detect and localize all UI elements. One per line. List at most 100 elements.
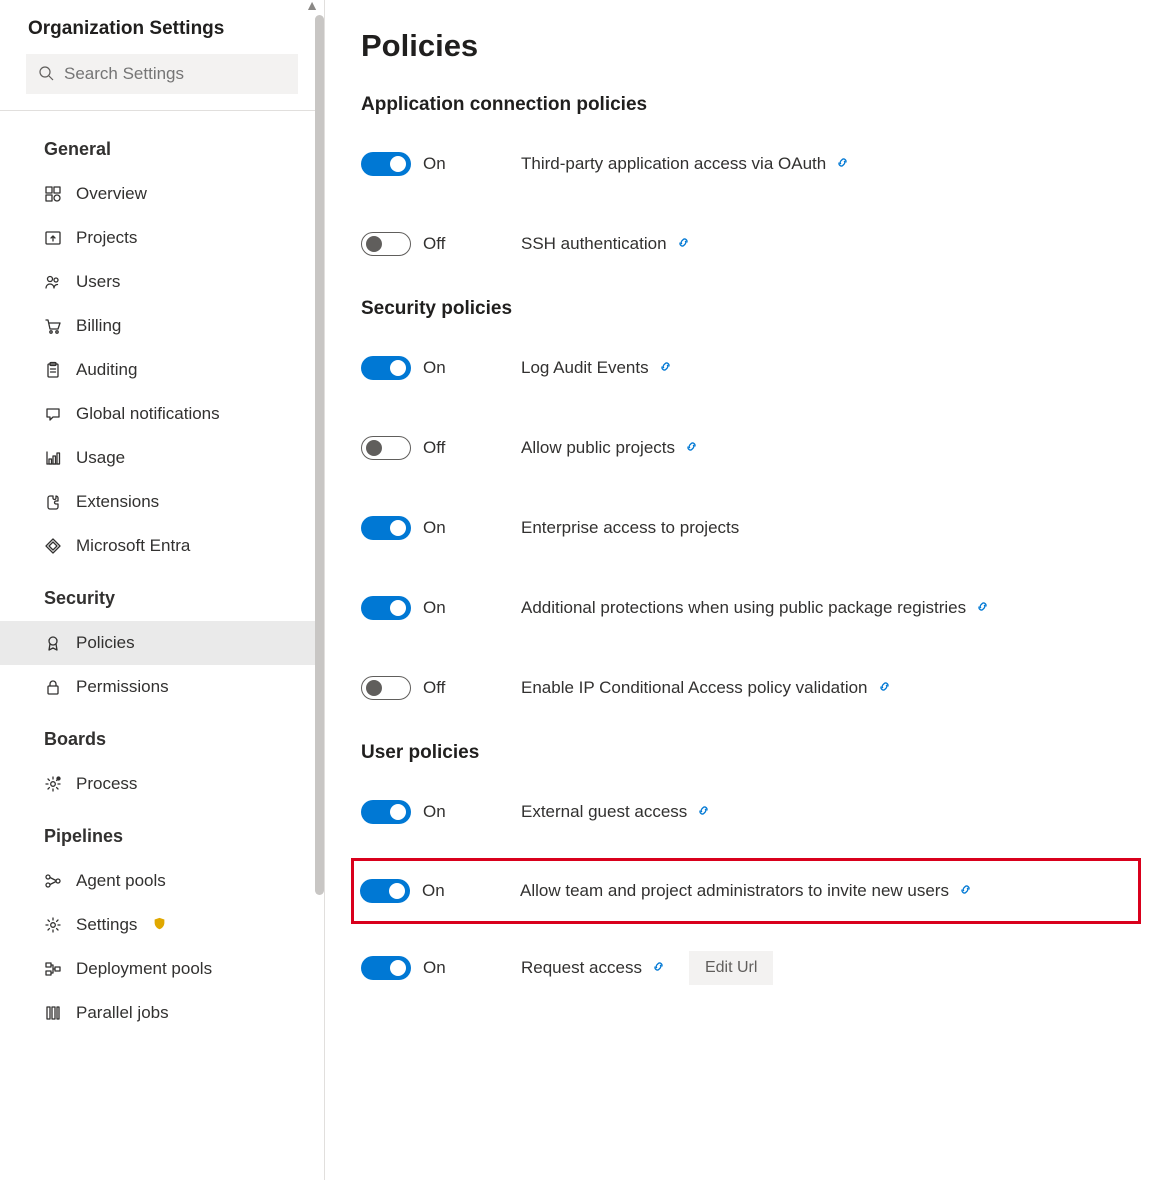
sidebar-item-label: Deployment pools [76, 959, 212, 979]
sidebar-item-label: Parallel jobs [76, 1003, 169, 1023]
toggle-audit[interactable] [361, 356, 411, 380]
policy-row-oauth: OnThird-party application access via OAu… [361, 138, 1135, 190]
toggle-enterprise[interactable] [361, 516, 411, 540]
sidebar-item-projects[interactable]: Projects [0, 216, 324, 260]
divider [0, 110, 324, 111]
sidebar-item-label: Auditing [76, 360, 137, 380]
sidebar-item-label: Global notifications [76, 404, 220, 424]
search-settings-box[interactable] [26, 54, 298, 94]
deploy-icon [44, 960, 62, 978]
toggle-guest[interactable] [361, 800, 411, 824]
bubble-icon [44, 405, 62, 423]
policy-label: SSH authentication [521, 234, 667, 254]
sidebar-item-pipe-settings[interactable]: Settings [0, 903, 324, 947]
sidebar-item-agent-pools[interactable]: Agent pools [0, 859, 324, 903]
cart-icon [44, 317, 62, 335]
sidebar-item-usage[interactable]: Usage [0, 436, 324, 480]
toggle-state-label: On [423, 518, 446, 538]
toggle-state-label: On [423, 358, 446, 378]
policy-label: External guest access [521, 802, 687, 822]
sidebar-item-auditing[interactable]: Auditing [0, 348, 324, 392]
sidebar-item-label: Policies [76, 633, 135, 653]
policy-row-guest: On External guest access [361, 786, 1135, 838]
sidebar-item-label: Process [76, 774, 137, 794]
sidebar-item-global-notifications[interactable]: Global notifications [0, 392, 324, 436]
policy-label: Enable IP Conditional Access policy vali… [521, 678, 868, 698]
toggle-ssh[interactable] [361, 232, 411, 256]
sidebar-group-title: Boards [0, 709, 324, 762]
sidebar-item-process[interactable]: Process [0, 762, 324, 806]
policy-label: Allow team and project administrators to… [520, 881, 949, 901]
toggle-oauth[interactable] [361, 152, 411, 176]
medal-icon [44, 634, 62, 652]
sidebar-item-policies[interactable]: Policies [0, 621, 324, 665]
policy-label: Allow public projects [521, 438, 675, 458]
toggle-state-label: On [423, 958, 446, 978]
section-title: User policies [361, 742, 1135, 764]
policy-label: Enterprise access to projects [521, 518, 739, 538]
sidebar-item-label: Microsoft Entra [76, 536, 190, 556]
section-title: Security policies [361, 298, 1135, 320]
sidebar-item-label: Usage [76, 448, 125, 468]
toggle-state-label: On [423, 598, 446, 618]
link-icon[interactable] [878, 680, 891, 696]
scroll-up-arrow-icon[interactable]: ▲ [305, 0, 319, 10]
shield-warning-icon [153, 915, 166, 935]
sidebar-scrollbar[interactable] [315, 15, 324, 895]
people-icon [44, 273, 62, 291]
sidebar-group-title: Security [0, 568, 324, 621]
sidebar-item-extensions[interactable]: Extensions [0, 480, 324, 524]
clipboard-icon [44, 361, 62, 379]
policy-row-enterprise: On Enterprise access to projects [361, 502, 1135, 554]
toggle-pkg-reg[interactable] [361, 596, 411, 620]
toggle-public-proj[interactable] [361, 436, 411, 460]
policy-row-invite: On Allow team and project administrators … [351, 858, 1141, 924]
toggle-request[interactable] [361, 956, 411, 980]
toggle-state-label: Off [423, 438, 445, 458]
sidebar-item-label: Permissions [76, 677, 169, 697]
parallel-icon [44, 1004, 62, 1022]
diamond-icon [44, 537, 62, 555]
sidebar-item-parallel-jobs[interactable]: Parallel jobs [0, 991, 324, 1035]
edit-url-button[interactable]: Edit Url [689, 951, 773, 985]
nodes-icon [44, 872, 62, 890]
policy-row-audit: On Log Audit Events [361, 342, 1135, 394]
sidebar-item-entra[interactable]: Microsoft Entra [0, 524, 324, 568]
link-icon[interactable] [959, 883, 972, 899]
link-icon[interactable] [976, 600, 989, 616]
sidebar-item-permissions[interactable]: Permissions [0, 665, 324, 709]
search-icon [38, 65, 54, 84]
chart-icon [44, 449, 62, 467]
settings-sidebar: ▲ Organization Settings GeneralOverviewP… [0, 0, 325, 1180]
policy-label: Additional protections when using public… [521, 598, 966, 618]
sidebar-item-label: Users [76, 272, 120, 292]
toggle-invite[interactable] [360, 879, 410, 903]
grid-icon [44, 185, 62, 203]
link-icon[interactable] [652, 960, 665, 976]
link-icon[interactable] [677, 236, 690, 252]
policy-row-pkg-reg: On Additional protections when using publ… [361, 582, 1135, 634]
policy-label: Log Audit Events [521, 358, 649, 378]
link-icon[interactable] [697, 804, 710, 820]
sidebar-item-label: Agent pools [76, 871, 166, 891]
toggle-state-label: On [422, 881, 445, 901]
toggle-state-label: Off [423, 234, 445, 254]
link-icon[interactable] [659, 360, 672, 376]
link-icon[interactable] [836, 156, 849, 172]
policy-row-ssh: Off SSH authentication [361, 218, 1135, 270]
sidebar-item-overview[interactable]: Overview [0, 172, 324, 216]
sidebar-item-deployment-pools[interactable]: Deployment pools [0, 947, 324, 991]
sidebar-title: Organization Settings [0, 0, 324, 54]
toggle-state-label: On [423, 802, 446, 822]
gear-icon [44, 916, 62, 934]
sidebar-item-users[interactable]: Users [0, 260, 324, 304]
sidebar-item-label: Billing [76, 316, 121, 336]
policy-row-request: OnRequest accessEdit Url [361, 942, 1135, 994]
link-icon[interactable] [685, 440, 698, 456]
sidebar-item-label: Projects [76, 228, 137, 248]
search-settings-input[interactable] [64, 64, 286, 84]
sidebar-item-billing[interactable]: Billing [0, 304, 324, 348]
toggle-ip-ca[interactable] [361, 676, 411, 700]
policy-row-ip-ca: OffEnable IP Conditional Access policy v… [361, 662, 1135, 714]
sidebar-item-label: Settings [76, 915, 137, 935]
